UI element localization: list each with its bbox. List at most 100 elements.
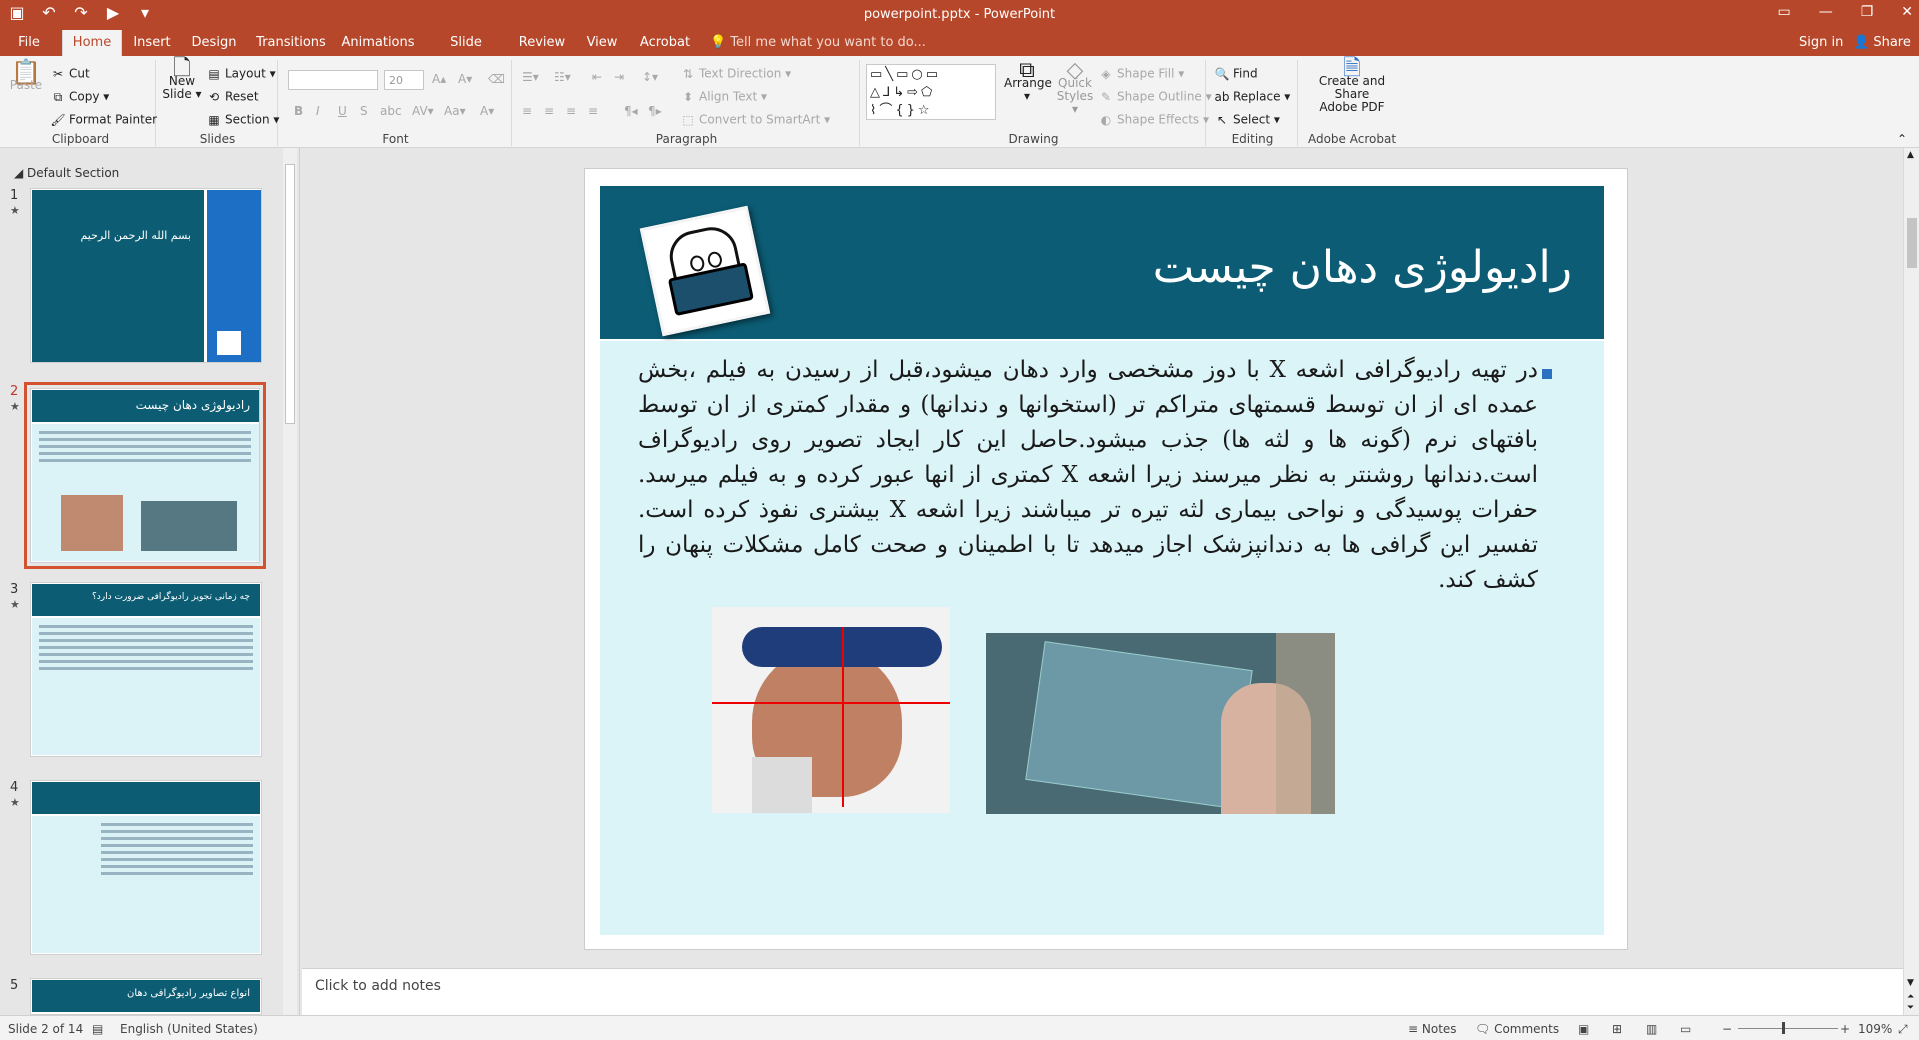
justify-icon[interactable]: ≡ (588, 104, 598, 118)
numbering-icon[interactable]: ☷▾ (554, 70, 571, 84)
sign-in-link[interactable]: Sign in (1799, 30, 1843, 56)
content-placeholder[interactable]: در تهیه رادیوگرافی اشعه X با دوز مشخصی و… (600, 341, 1604, 935)
align-center-icon[interactable]: ≡ (544, 104, 554, 118)
share-button[interactable]: 👤 Share (1853, 30, 1911, 56)
slide-thumbnail-4[interactable] (30, 780, 262, 955)
cut-button[interactable]: ✂ Cut (50, 66, 90, 82)
editor-scroll-thumb[interactable] (1907, 218, 1917, 268)
zoom-slider[interactable] (1738, 1028, 1838, 1029)
maximize-icon[interactable]: ❐ (1861, 4, 1874, 20)
slide-thumbnail-1[interactable]: بسم الله الرحمن الرحيم (30, 188, 262, 363)
smartart-button[interactable]: ⬚ Convert to SmartArt ▾ (680, 112, 830, 128)
line-spacing-icon[interactable]: ↕▾ (642, 70, 658, 84)
select-button[interactable]: ↖ Select ▾ (1214, 112, 1280, 128)
tab-file[interactable]: File (8, 30, 50, 56)
format-painter-button[interactable]: 🖌 Format Painter (50, 112, 157, 128)
panoramic-xray-image[interactable] (986, 633, 1335, 814)
change-case-icon[interactable]: Aa▾ (444, 104, 466, 118)
shadow-icon[interactable]: S (360, 104, 368, 118)
font-color-icon[interactable]: A▾ (480, 104, 494, 118)
bold-icon[interactable]: B (294, 104, 303, 118)
align-left-icon[interactable]: ≡ (522, 104, 532, 118)
scroll-up-icon[interactable]: ▲ (1907, 150, 1914, 160)
layout-button[interactable]: ▤ Layout ▾ (206, 66, 275, 82)
replace-button[interactable]: ab Replace ▾ (1214, 89, 1291, 105)
copy-button[interactable]: ⧉ Copy ▾ (50, 89, 110, 105)
shapes-gallery[interactable]: ▭╲▭○▭ △⅃↳⇨⬠ ⌇⌒{}☆ (866, 64, 996, 120)
increase-indent-icon[interactable]: ⇥ (614, 70, 624, 84)
zoom-in-icon[interactable]: + (1840, 1022, 1850, 1036)
slide-sorter-icon[interactable]: ⊞ (1612, 1022, 1622, 1036)
notes-pane[interactable]: Click to add notes (302, 968, 1903, 1015)
normal-view-icon[interactable]: ▣ (1578, 1022, 1589, 1036)
comments-toggle[interactable]: 🗨 Comments (1475, 1022, 1559, 1036)
text-direction-button[interactable]: ⇅ Text Direction ▾ (680, 66, 791, 82)
tab-insert[interactable]: Insert (130, 30, 174, 56)
slide-thumbnail-5[interactable]: انواع تصاویر رادیوگرافی دهان (30, 978, 262, 1015)
notes-toggle[interactable]: ≡ Notes (1408, 1022, 1457, 1036)
ribbon-display-icon[interactable]: ▭ (1777, 4, 1790, 20)
close-icon[interactable]: ✕ (1901, 4, 1913, 20)
shape-effects-button[interactable]: ◐ Shape Effects ▾ (1098, 112, 1209, 128)
slide-show-icon[interactable]: ▭ (1680, 1022, 1691, 1036)
shape-outline-button[interactable]: ✎ Shape Outline ▾ (1098, 89, 1212, 105)
slide-canvas[interactable]: رادیولوژی دهان چیست در تهیه رادیوگرافی ا… (584, 168, 1628, 950)
previous-slide-icon[interactable]: ⏶ (1907, 992, 1914, 1002)
shrink-font-icon[interactable]: A▾ (458, 72, 472, 86)
tab-animations[interactable]: Animations (341, 30, 415, 56)
minimize-icon[interactable]: — (1819, 4, 1833, 20)
reset-button[interactable]: ⟲ Reset (206, 89, 259, 105)
underline-icon[interactable]: U (338, 104, 347, 118)
body-text[interactable]: در تهیه رادیوگرافی اشعه X با دوز مشخصی و… (638, 353, 1538, 598)
find-button[interactable]: 🔍 Find (1214, 66, 1258, 82)
tab-home[interactable]: Home (62, 30, 122, 56)
section-button[interactable]: ▦ Section ▾ (206, 112, 279, 128)
tab-transitions[interactable]: Transitions (256, 30, 326, 56)
rtl-icon[interactable]: ¶◂ (624, 104, 638, 118)
paste-button[interactable]: 📋 Paste (8, 60, 44, 92)
bullets-icon[interactable]: ☰▾ (522, 70, 539, 84)
ltr-icon[interactable]: ¶▸ (648, 104, 662, 118)
patient-xray-machine-image[interactable] (712, 607, 950, 813)
editor-scrollbar[interactable]: ▲ ▼ ⏶ ⏷ (1903, 148, 1919, 1015)
thumbnail-scroll-thumb[interactable] (285, 164, 295, 424)
zoom-slider-thumb[interactable] (1782, 1022, 1785, 1034)
arrange-button[interactable]: ⧉ Arrange ▾ (1004, 60, 1052, 103)
thumbnail-scrollbar[interactable] (283, 148, 297, 1015)
italic-icon[interactable]: I (316, 104, 320, 118)
clear-format-icon[interactable]: ⌫ (488, 72, 505, 86)
slide-thumbnail-3[interactable]: چه زمانی تجویز رادیوگرافی ضرورت دارد؟ (30, 582, 262, 757)
strikethrough-icon[interactable]: abc (380, 104, 402, 118)
font-size-input[interactable]: 20 (384, 70, 424, 90)
quick-styles-button[interactable]: ◇ Quick Styles ▾ (1052, 60, 1098, 116)
create-pdf-button[interactable]: 🗎 Create and Share Adobe PDF (1302, 58, 1402, 114)
align-text-button[interactable]: ⬍ Align Text ▾ (680, 89, 767, 105)
new-slide-button[interactable]: 🗋 New Slide ▾ (162, 58, 202, 101)
tab-acrobat[interactable]: Acrobat (636, 30, 694, 56)
scroll-down-icon[interactable]: ▼ (1907, 978, 1914, 988)
zoom-level[interactable]: 109% (1858, 1022, 1892, 1036)
tab-view[interactable]: View (582, 30, 622, 56)
tell-me-search[interactable]: 💡 Tell me what you want to do... (710, 30, 926, 56)
tab-slide-show[interactable]: Slide Show (431, 30, 501, 76)
char-spacing-icon[interactable]: AV▾ (412, 104, 434, 118)
font-name-input[interactable] (288, 70, 378, 90)
next-slide-icon[interactable]: ⏷ (1907, 1003, 1914, 1013)
spellcheck-icon[interactable]: ▤ (92, 1022, 103, 1036)
align-right-icon[interactable]: ≡ (566, 104, 576, 118)
section-header[interactable]: ◢ Default Section (14, 166, 119, 180)
collapse-ribbon-icon[interactable]: ⌃ (1897, 132, 1907, 146)
find-icon: 🔍 (1214, 67, 1230, 81)
tab-design[interactable]: Design (189, 30, 239, 56)
notes-placeholder[interactable]: Click to add notes (315, 978, 441, 994)
reading-view-icon[interactable]: ▥ (1646, 1022, 1657, 1036)
zoom-out-icon[interactable]: − (1722, 1022, 1732, 1036)
fit-to-window-icon[interactable]: ⤢ (1898, 1022, 1908, 1037)
tab-review[interactable]: Review (516, 30, 568, 56)
shape-fill-button[interactable]: ◈ Shape Fill ▾ (1098, 66, 1184, 82)
language-indicator[interactable]: English (United States) (120, 1022, 258, 1036)
slide-title[interactable]: رادیولوژی دهان چیست (1153, 242, 1572, 293)
decrease-indent-icon[interactable]: ⇤ (592, 70, 602, 84)
grow-font-icon[interactable]: A▴ (432, 72, 446, 86)
slide-thumbnail-2[interactable]: رادیولوژی دهان چیست (24, 382, 266, 569)
